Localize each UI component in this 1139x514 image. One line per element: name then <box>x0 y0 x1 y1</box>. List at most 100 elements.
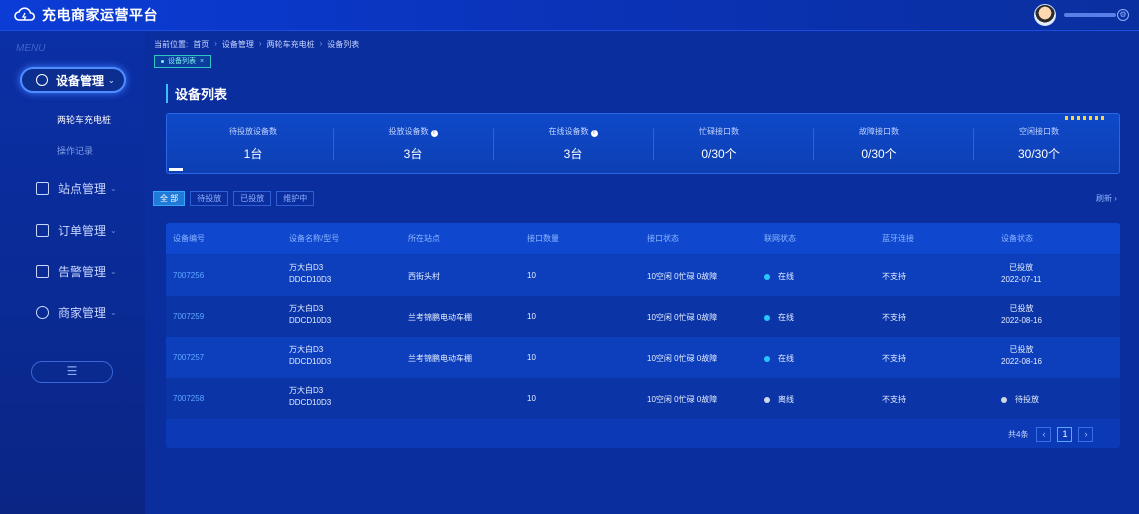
device-status: 待投放 <box>1001 394 1039 405</box>
device-name: 万大白D3 <box>289 386 324 395</box>
chevron-down-icon: ⌄ <box>110 267 117 276</box>
stat-value: 3台 <box>403 147 423 161</box>
breadcrumb-device-list: 设备列表 <box>327 40 360 49</box>
device-model: DDCD10D3 <box>289 398 332 407</box>
main-content: 当前位置: 首页 › 设备管理 › 两轮车充电桩 › 设备列表 设备列表 × 设… <box>145 31 1139 514</box>
page-number-button[interactable]: 1 <box>1057 427 1073 442</box>
port-count: 10 <box>527 312 536 321</box>
decorative-stripes <box>1065 116 1107 120</box>
next-page-button[interactable]: › <box>1078 427 1094 442</box>
filter-deployed[interactable]: 已投放 <box>233 191 272 206</box>
user-avatar[interactable] <box>1034 4 1056 26</box>
device-id-link[interactable]: 7007257 <box>173 353 204 362</box>
sidebar-collapse-button[interactable]: ☰ <box>31 361 113 383</box>
column-header[interactable]: 设备状态 <box>1001 233 1033 244</box>
device-id-link[interactable]: 7007258 <box>173 394 204 403</box>
sidebar-subitem-operation-log[interactable]: 操作记录 <box>57 144 93 157</box>
stat-label: 忙碌接口数 <box>699 127 739 136</box>
table-row[interactable]: 7007259 万大白D3 DDCD10D3 兰考锦鹏电动车棚 10 10空闲 … <box>166 296 1120 337</box>
breadcrumb-charging-pile[interactable]: 两轮车充电桩 <box>267 39 315 50</box>
device-name-model: 万大白D3 DDCD10D3 <box>289 344 331 368</box>
device-id-link[interactable]: 7007256 <box>173 271 204 280</box>
chevron-down-icon: ⌄ <box>108 75 115 85</box>
column-header[interactable]: 所在站点 <box>408 233 440 244</box>
breadcrumb-separator: › <box>214 39 217 48</box>
stat-idle-ports: 空闲接口数 30/30个 <box>959 126 1119 162</box>
filter-maintenance[interactable]: 维护中 <box>276 191 315 206</box>
table-row[interactable]: 7007257 万大白D3 DDCD10D3 兰考锦鹏电动车棚 10 10空闲 … <box>166 337 1120 378</box>
breadcrumb-prefix: 当前位置: <box>154 40 189 49</box>
stat-value: 30/30个 <box>1017 147 1061 161</box>
refresh-button[interactable]: 刷新 › <box>1096 193 1117 204</box>
network-status: 离线 <box>764 394 794 405</box>
status-date: 2022-08-16 <box>1001 357 1042 366</box>
stat-busy-ports: 忙碌接口数 0/30个 <box>639 126 799 162</box>
prev-page-button[interactable]: ‹ <box>1036 427 1052 442</box>
top-bar: 充电商家运营平台 ⚙ <box>0 0 1139 31</box>
filter-tabs: 全 部 待投放 已投放 维护中 <box>153 191 315 206</box>
column-header[interactable]: 设备编号 <box>173 233 205 244</box>
stat-deployed-devices: 投放设备数! 3台 <box>333 126 493 162</box>
chevron-down-icon: ⌄ <box>110 226 117 235</box>
column-header[interactable]: 设备名称/型号 <box>289 233 339 244</box>
port-status: 10空闲 0忙碌 0故障 <box>647 395 718 404</box>
close-icon[interactable]: × <box>200 56 204 67</box>
network-status: 在线 <box>764 271 794 282</box>
sidebar-subitem-charging-pile[interactable]: 两轮车充电桩 <box>57 113 111 126</box>
stat-pending-devices: 待投放设备数 1台 <box>173 126 333 162</box>
column-header[interactable]: 联网状态 <box>764 233 796 244</box>
column-header[interactable]: 蓝牙连接 <box>882 233 914 244</box>
filter-pending[interactable]: 待投放 <box>190 191 229 206</box>
device-model: DDCD10D3 <box>289 357 332 366</box>
device-name-model: 万大白D3 DDCD10D3 <box>289 262 331 286</box>
column-header[interactable]: 接口数量 <box>527 233 559 244</box>
sidebar-item-label: 站点管理 <box>58 182 107 196</box>
status-label: 已投放 <box>1009 345 1034 354</box>
sidebar-item-device-management[interactable]: 设备管理 ⌄ <box>20 67 126 93</box>
stat-label: 故障接口数 <box>859 127 899 136</box>
device-name-model: 万大白D3 DDCD10D3 <box>289 303 331 327</box>
device-id-link[interactable]: 7007259 <box>173 312 204 321</box>
tab-label: 设备列表 <box>168 58 196 65</box>
sidebar-item-order-management[interactable]: 订单管理 ⌄ <box>36 222 117 239</box>
stat-label: 在线设备数! <box>493 126 653 137</box>
info-icon[interactable]: ! <box>590 130 598 137</box>
logo[interactable]: 充电商家运营平台 <box>14 5 158 25</box>
user-name-bar[interactable] <box>1064 13 1116 17</box>
bluetooth-status: 不支持 <box>882 395 906 404</box>
device-model: DDCD10D3 <box>289 275 332 284</box>
settings-icon[interactable]: ⚙ <box>1117 9 1129 21</box>
table-header: 设备编号 设备名称/型号 所在站点 接口数量 接口状态 联网状态 蓝牙连接 设备… <box>166 223 1120 254</box>
device-name: 万大白D3 <box>289 345 324 354</box>
network-icon <box>36 182 49 195</box>
device-status: 已投放 2022-08-16 <box>1001 344 1042 368</box>
table-row[interactable]: 7007258 万大白D3 DDCD10D3 10 10空闲 0忙碌 0故障 离… <box>166 378 1120 419</box>
column-header[interactable]: 接口状态 <box>647 233 679 244</box>
online-dot-icon <box>764 355 770 362</box>
stat-value: 1台 <box>243 147 263 161</box>
port-status: 10空闲 0忙碌 0故障 <box>647 313 718 322</box>
info-icon[interactable]: ! <box>430 130 438 137</box>
table-row[interactable]: 7007256 万大白D3 DDCD10D3 西街头村 10 10空闲 0忙碌 … <box>166 255 1120 296</box>
total-count: 共4条 <box>1008 430 1029 439</box>
gear-icon <box>36 74 48 86</box>
stat-value: 0/30个 <box>701 147 737 161</box>
device-table: 设备编号 设备名称/型号 所在站点 接口数量 接口状态 联网状态 蓝牙连接 设备… <box>166 223 1120 448</box>
breadcrumb-device-management[interactable]: 设备管理 <box>222 39 254 50</box>
filter-all[interactable]: 全 部 <box>153 191 186 206</box>
breadcrumb-home[interactable]: 首页 <box>193 39 209 50</box>
device-model: DDCD10D3 <box>289 316 332 325</box>
stat-value: 0/30个 <box>861 147 897 161</box>
sidebar-item-merchant-management[interactable]: 商家管理 ⌄ <box>36 304 117 321</box>
menu-tag: MENU <box>16 43 46 54</box>
device-status: 已投放 2022-08-16 <box>1001 303 1042 327</box>
stat-label: 空闲接口数 <box>1019 127 1059 136</box>
bluetooth-status: 不支持 <box>882 272 906 281</box>
chevron-down-icon: ⌄ <box>110 308 117 317</box>
port-status: 10空闲 0忙碌 0故障 <box>647 272 718 281</box>
stat-label: 投放设备数! <box>333 126 493 137</box>
port-count: 10 <box>527 271 536 280</box>
sidebar-item-alarm-management[interactable]: 告警管理 ⌄ <box>36 263 117 280</box>
sidebar-item-site-management[interactable]: 站点管理 ⌄ <box>36 180 117 197</box>
tab-device-list[interactable]: 设备列表 × <box>154 55 212 68</box>
